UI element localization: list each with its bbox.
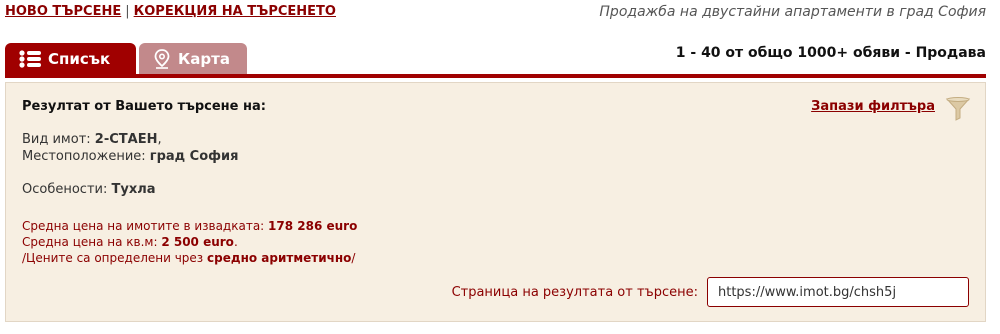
avg-price-label: Средна цена на имотите в извадката: xyxy=(22,219,265,233)
avg-sqm-suffix: . xyxy=(233,235,238,249)
features-label: Особености: xyxy=(22,182,108,197)
criteria-type: Вид имот: 2-СТАЕН, xyxy=(22,132,162,147)
result-url-label: Страница на резултата от търсене: xyxy=(451,285,698,300)
new-search-link[interactable]: НОВО ТЪРСЕНЕ xyxy=(5,4,121,19)
type-value: 2-СТАЕН xyxy=(94,132,158,147)
tab-map[interactable]: Карта xyxy=(139,43,247,74)
tab-map-label: Карта xyxy=(178,49,230,68)
panel-title: Резултат от Вашето търсене на: xyxy=(22,99,266,114)
avg-price-value: 178 286 euro xyxy=(268,219,358,233)
list-icon xyxy=(19,49,41,68)
top-nav: НОВО ТЪРСЕНЕ | КОРЕКЦИЯ НА ТЪРСЕНЕТО xyxy=(5,4,336,19)
tab-divider xyxy=(5,74,986,78)
map-pin-icon xyxy=(153,48,171,69)
price-note-suffix: / xyxy=(351,251,356,265)
avg-sqm-value: 2 500 euro xyxy=(161,235,234,249)
price-note-bold: средно аритметично xyxy=(207,251,352,265)
results-count: 1 - 40 от общо 1000+ обяви - Продава xyxy=(675,45,986,61)
save-filters-link[interactable]: Запази филтъра xyxy=(811,99,935,114)
search-summary-panel: Резултат от Вашето търсене на: Запази фи… xyxy=(5,82,986,322)
tab-list-label: Списък xyxy=(48,49,111,68)
price-note-prefix: /Цените са определени чрез xyxy=(22,251,204,265)
criteria-location: Местоположение: град София xyxy=(22,149,239,164)
type-label: Вид имот: xyxy=(22,132,91,147)
nav-separator: | xyxy=(125,4,130,19)
location-label: Местоположение: xyxy=(22,149,146,164)
edit-search-link[interactable]: КОРЕКЦИЯ НА ТЪРСЕНЕТО xyxy=(134,4,336,19)
page-heading: Продажба на двустайни апартаменти в град… xyxy=(599,4,986,20)
type-suffix: , xyxy=(157,132,162,147)
avg-price-line: Средна цена на имотите в извадката: 178 … xyxy=(22,219,357,233)
criteria-features: Особености: Тухла xyxy=(22,182,156,197)
features-value: Тухла xyxy=(111,182,156,197)
tab-list[interactable]: Списък xyxy=(5,43,136,74)
location-value: град София xyxy=(149,149,239,164)
result-url-field[interactable] xyxy=(707,277,969,307)
price-note: /Цените са определени чрез средно аритме… xyxy=(22,251,355,265)
avg-sqm-line: Средна цена на кв.м: 2 500 euro. xyxy=(22,235,238,249)
funnel-icon[interactable] xyxy=(945,96,971,126)
avg-sqm-label: Средна цена на кв.м: xyxy=(22,235,158,249)
